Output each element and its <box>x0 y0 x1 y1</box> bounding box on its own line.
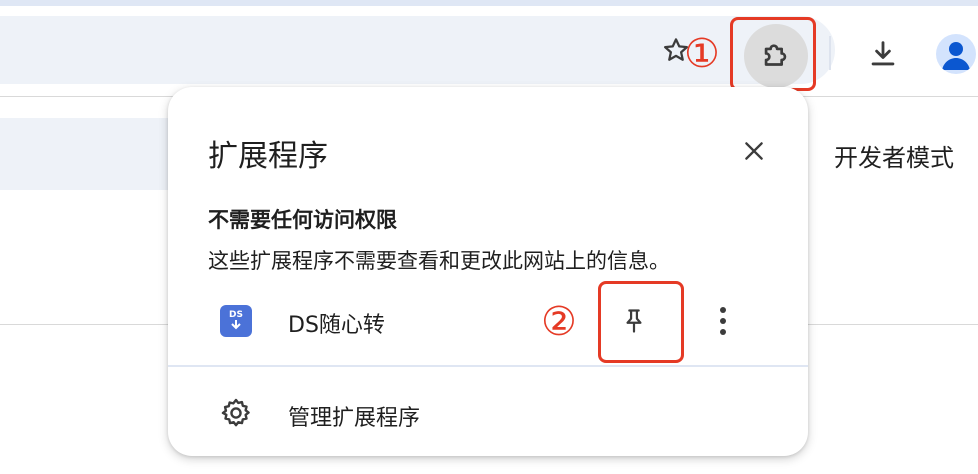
extensions-button[interactable] <box>744 24 808 88</box>
page-header-banner <box>0 118 190 190</box>
extension-logo-text: DS <box>229 309 243 320</box>
section-title: 不需要任何访问权限 <box>208 208 397 232</box>
person-icon <box>936 34 976 74</box>
manage-extensions-label: 管理扩展程序 <box>288 406 421 431</box>
browser-toolbar: ① <box>0 6 978 96</box>
download-icon[interactable] <box>863 34 903 74</box>
extension-row[interactable]: DS DS随心转 <box>168 285 808 363</box>
annotation-marker-1: ① <box>684 31 720 77</box>
toolbar-divider <box>829 36 831 70</box>
pin-button-highlight <box>598 281 684 363</box>
extensions-popup: 扩展程序 不需要任何访问权限 这些扩展程序不需要查看和更改此网站上的信息。 DS… <box>168 87 808 456</box>
developer-mode-label[interactable]: 开发者模式 <box>834 138 954 173</box>
popup-divider <box>168 365 808 367</box>
popup-title: 扩展程序 <box>208 139 328 174</box>
manage-extensions-item[interactable]: 管理扩展程序 <box>168 377 808 447</box>
puzzle-icon <box>759 39 793 73</box>
extension-logo-icon: DS <box>220 305 252 337</box>
profile-avatar[interactable] <box>936 34 976 74</box>
more-vert-icon[interactable] <box>707 301 739 341</box>
section-description: 这些扩展程序不需要查看和更改此网站上的信息。 <box>208 249 670 273</box>
extension-name: DS随心转 <box>288 313 385 338</box>
close-icon[interactable] <box>734 131 774 171</box>
annotation-marker-2: ② <box>541 299 577 345</box>
gear-icon <box>216 393 256 433</box>
